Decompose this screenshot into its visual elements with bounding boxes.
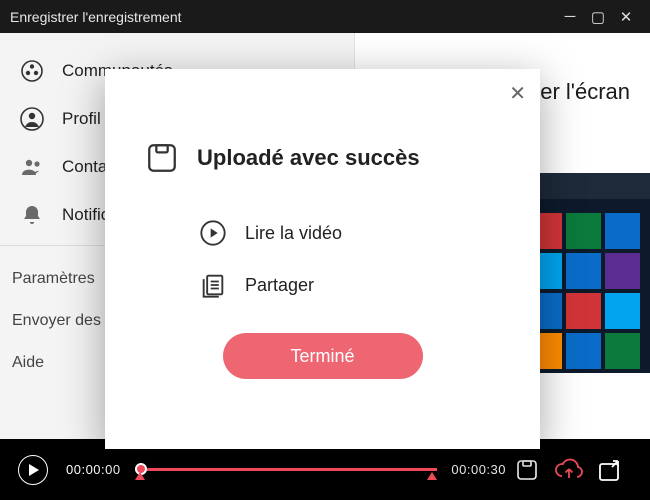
profile-icon xyxy=(20,107,44,131)
close-modal-button[interactable]: ✕ xyxy=(509,81,526,106)
sidebar-item-label: Profil xyxy=(62,109,101,129)
modal-title: Uploadé avec succès xyxy=(197,145,420,171)
minimize-button[interactable]: ─ xyxy=(556,8,584,25)
play-icon xyxy=(28,464,39,476)
action-label: Lire la vidéo xyxy=(245,223,342,244)
play-video-action[interactable]: Lire la vidéo xyxy=(199,219,500,247)
communities-icon xyxy=(20,59,44,83)
upload-success-modal: ✕ Uploadé avec succès Lire la vidéo Part… xyxy=(105,69,540,449)
sidebar-item-label: Paramètres xyxy=(12,270,95,287)
save-disk-icon xyxy=(145,141,179,175)
maximize-button[interactable]: ▢ xyxy=(584,8,612,26)
seek-track[interactable] xyxy=(135,468,438,471)
document-icon xyxy=(199,271,227,299)
done-button[interactable]: Terminé xyxy=(223,333,423,379)
contacts-icon xyxy=(20,155,44,179)
share-action[interactable]: Partager xyxy=(199,271,500,299)
save-button[interactable] xyxy=(506,458,548,482)
play-circle-icon xyxy=(199,219,227,247)
cloud-upload-icon xyxy=(554,458,584,482)
total-time: 00:00:30 xyxy=(451,462,506,477)
sidebar-item-label: Aide xyxy=(12,354,44,371)
share-arrow-icon xyxy=(598,458,624,482)
close-window-button[interactable]: ✕ xyxy=(612,8,640,26)
trim-start-marker[interactable] xyxy=(135,472,145,480)
save-disk-icon xyxy=(515,458,539,482)
action-label: Partager xyxy=(245,275,314,296)
play-button[interactable] xyxy=(18,455,48,485)
bell-icon xyxy=(20,203,44,227)
upload-button[interactable] xyxy=(548,458,590,482)
current-time: 00:00:00 xyxy=(66,462,121,477)
title-bar: Enregistrer l'enregistrement ─ ▢ ✕ xyxy=(0,0,650,33)
window-title: Enregistrer l'enregistrement xyxy=(10,9,182,25)
trim-end-marker[interactable] xyxy=(427,472,437,480)
page-title: er l'écran xyxy=(540,79,630,105)
share-button[interactable] xyxy=(590,458,632,482)
